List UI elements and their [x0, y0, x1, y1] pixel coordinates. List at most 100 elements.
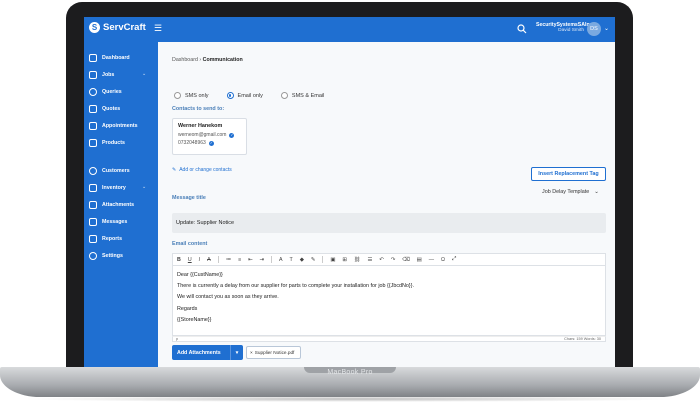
radio-indicator[interactable] [226, 92, 234, 99]
add-attachments-button[interactable]: Add Attachments ▾ [172, 345, 243, 360]
editor-line: {{StoreName}} [177, 316, 212, 323]
clear-format-icon[interactable]: ⌫ [402, 257, 410, 263]
sidebar-item-reports[interactable]: Reports [89, 235, 122, 243]
top-bar: S ServCraft ☰ SecuritySystemsSAInc David… [84, 17, 615, 42]
sidebar-item-products[interactable]: Products [89, 139, 125, 147]
align-icon[interactable]: ☰ [368, 257, 373, 263]
check-icon[interactable]: ✓ [229, 132, 235, 138]
numbered-list-icon[interactable]: ≡ [238, 257, 241, 263]
main-content: Dashboard › Communication SMS only Email… [158, 42, 615, 367]
attachment-filename: Supplier Notice.pdf [254, 350, 295, 355]
chevron-down-icon[interactable]: ⌄ [142, 184, 146, 190]
user-name: David Smith [558, 28, 584, 33]
sidebar-item-label: Attachments [102, 202, 135, 208]
undo-icon[interactable]: ↶ [379, 257, 383, 263]
contact-phone-row: 0732048963 ✓ [178, 140, 241, 146]
mail-icon [89, 218, 97, 226]
check-icon[interactable]: ✓ [208, 140, 214, 146]
chevron-down-icon[interactable]: ⌄ [604, 25, 609, 32]
highlight-icon[interactable]: ✎ [311, 257, 315, 263]
sidebar-item-label: Appointments [102, 123, 138, 129]
italic-icon[interactable]: I [199, 257, 200, 263]
calendar-icon [89, 122, 97, 130]
insert-replacement-tag-button[interactable]: Insert Replacement Tag [531, 167, 606, 181]
template-select[interactable]: Job Delay Template ⌄ [542, 189, 599, 195]
chevron-down-icon[interactable]: ▾ [230, 345, 243, 360]
element-path: p [176, 337, 179, 341]
outdent-icon[interactable]: ⇤ [248, 257, 252, 263]
sidebar-item-quotes[interactable]: Quotes [89, 105, 120, 113]
radio-sms-and-email[interactable]: SMS & Email [280, 92, 324, 99]
text-color-icon[interactable]: ◆ [300, 257, 304, 263]
sidebar-item-inventory[interactable]: Inventory [89, 184, 126, 192]
fullscreen-icon[interactable]: ⤢ [452, 256, 456, 263]
bulleted-list-icon[interactable]: ≔ [226, 257, 231, 263]
font-icon[interactable]: A [279, 257, 283, 263]
contact-name: Werner Hanekom [178, 123, 223, 129]
app-logo[interactable]: S ServCraft [89, 22, 146, 33]
radio-label: Email only [237, 92, 263, 99]
email-content-label: Email content [172, 241, 208, 247]
sidebar-item-jobs[interactable]: Jobs [89, 71, 114, 79]
contact-card[interactable]: Werner Hanekom werneom@gmail.com ✓ 07320… [172, 118, 247, 155]
avatar[interactable]: DS [587, 22, 601, 36]
toolbar-divider [270, 256, 272, 263]
contact-email-row: werneom@gmail.com ✓ [178, 132, 241, 138]
radio-indicator[interactable] [174, 92, 181, 99]
paste-icon[interactable]: ▤ [417, 257, 422, 263]
contacts-label: Contacts to send to: [172, 106, 225, 112]
device-brand-label: MacBook Pro [327, 369, 373, 376]
close-icon[interactable]: × [250, 350, 253, 355]
sidebar-item-label: Settings [102, 253, 123, 259]
horizontal-rule-icon[interactable]: ― [429, 257, 434, 263]
message-title-input[interactable]: Update: Supplier Notice [172, 213, 606, 233]
sidebar-item-queries[interactable]: Queries [89, 88, 122, 96]
gear-icon [89, 252, 97, 260]
home-icon [89, 54, 97, 62]
editor-line: There is currently a delay from our supp… [177, 283, 415, 290]
sidebar-item-settings[interactable]: Settings [89, 252, 123, 260]
underline-icon[interactable]: U [188, 257, 192, 263]
image-icon[interactable]: ▣ [330, 257, 335, 263]
breadcrumb: Dashboard › Communication [172, 57, 243, 63]
bold-icon[interactable]: B [177, 257, 181, 263]
indent-icon[interactable]: ⇥ [260, 257, 264, 263]
breadcrumb-root[interactable]: Dashboard [172, 57, 198, 63]
radio-label: SMS only [185, 92, 209, 99]
sidebar-item-attachments[interactable]: Attachments [89, 201, 134, 209]
sidebar-item-dashboard[interactable]: Dashboard [89, 54, 130, 62]
attachment-chip[interactable]: × Supplier Notice.pdf [246, 346, 301, 359]
user-info[interactable]: SecuritySystemsSAInc David Smith [536, 22, 593, 33]
sidebar-item-messages[interactable]: Messages [89, 218, 127, 226]
question-icon [89, 88, 97, 96]
font-size-icon[interactable]: T [290, 257, 293, 263]
chevron-down-icon: ⌄ [594, 189, 599, 195]
email-editor[interactable]: Dear {{CustName}} There is currently a d… [172, 266, 606, 336]
report-icon [89, 235, 97, 243]
editor-toolbar: B U I A ≔ ≡ ⇤ ⇥ A T ◆ ✎ ▣ ⊞ ⛓ ☰ ↶ ↷ ⌫ ▤ … [172, 253, 606, 266]
laptop-frame: MacBook Pro S ServCraft ☰ SecuritySystem… [0, 0, 700, 404]
document-icon [89, 105, 97, 113]
redo-icon[interactable]: ↷ [391, 257, 395, 263]
sidebar-item-customers[interactable]: Customers [89, 167, 130, 175]
add-contacts-link[interactable]: ✎ Add or change contacts [172, 167, 232, 173]
link-icon[interactable]: ⛓ [354, 257, 361, 263]
char-word-count: Chars: 159 Words: 30 [564, 337, 601, 341]
radio-email-only[interactable]: Email only [226, 92, 263, 99]
cube-icon [89, 184, 97, 192]
app-screen: S ServCraft ☰ SecuritySystemsSAInc David… [84, 17, 615, 367]
strikethrough-icon[interactable]: A [207, 257, 211, 263]
menu-icon[interactable]: ☰ [154, 23, 162, 34]
radio-sms-only[interactable]: SMS only [174, 92, 209, 99]
sidebar-item-label: Products [102, 140, 125, 146]
chevron-down-icon[interactable]: ⌄ [142, 71, 146, 77]
special-char-icon[interactable]: Ω [441, 257, 445, 263]
radio-indicator[interactable] [280, 92, 288, 99]
logo-icon: S [89, 22, 100, 33]
editor-line: We will contact you as soon as they arri… [177, 294, 279, 301]
sidebar-item-label: Quotes [102, 106, 121, 112]
table-icon[interactable]: ⊞ [342, 257, 346, 263]
message-title-label: Message title [172, 195, 206, 201]
sidebar-item-appointments[interactable]: Appointments [89, 122, 138, 130]
search-icon[interactable] [517, 24, 527, 34]
